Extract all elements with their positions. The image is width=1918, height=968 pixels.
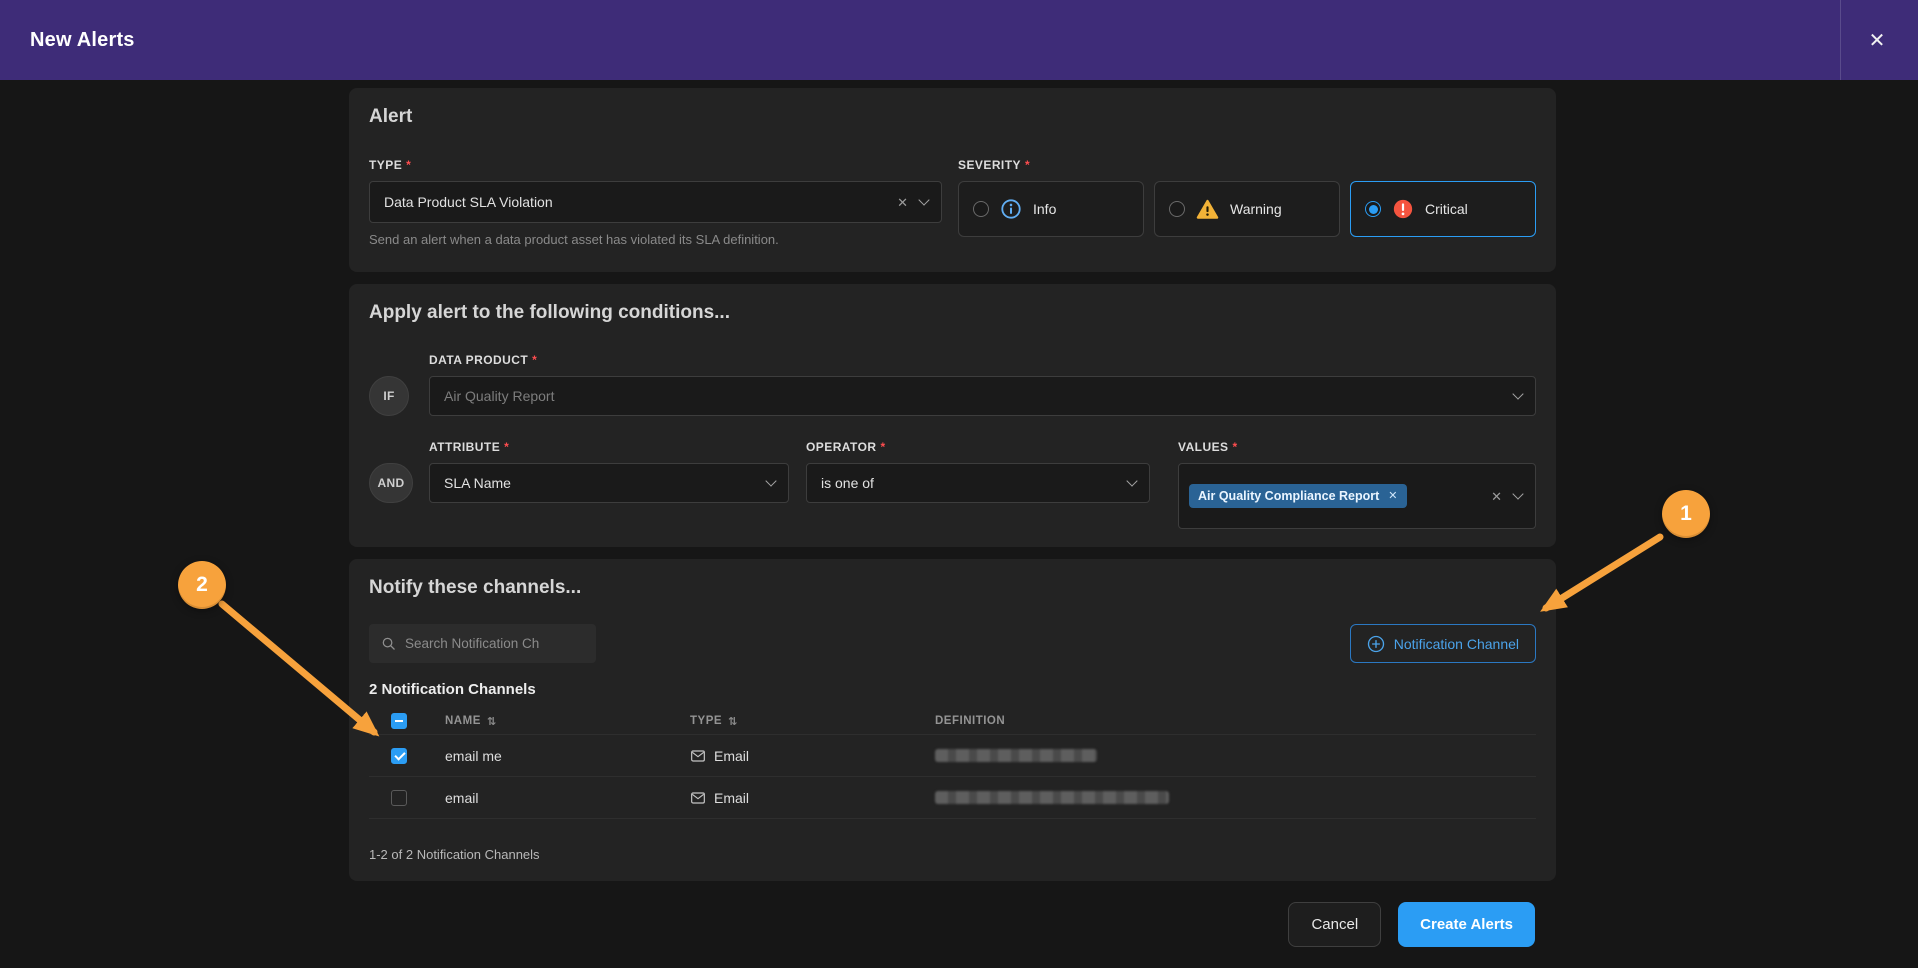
type-label: TYPE * (369, 158, 942, 173)
radio-unselected[interactable] (973, 201, 989, 217)
page-title: New Alerts (30, 29, 135, 52)
required-mark: * (1025, 158, 1030, 173)
redacted-definition (935, 749, 1097, 762)
chevron-down-icon (1126, 475, 1137, 486)
email-envelope-icon (690, 748, 706, 764)
conditions-section-title: Apply alert to the following conditions.… (369, 302, 1536, 324)
operator-label: OPERATOR * (806, 440, 1150, 455)
data-product-label: DATA PRODUCT * (429, 353, 1536, 368)
type-help-text: Send an alert when a data product asset … (369, 232, 942, 247)
type-field-group: TYPE * Data Product SLA Violation ✕ Send… (369, 158, 942, 247)
channel-name: email me (445, 748, 690, 764)
table-header-row: NAME ⇅ TYPE ⇅ DEFINITION (369, 708, 1536, 735)
column-header-definition: DEFINITION (935, 715, 1536, 727)
sort-icon[interactable]: ⇅ (487, 715, 497, 728)
add-notification-channel-button[interactable]: Notification Channel (1350, 624, 1536, 663)
clear-icon[interactable]: ✕ (897, 196, 908, 209)
row-checkbox[interactable] (391, 790, 407, 806)
severity-field-group: SEVERITY * Info Warning (958, 158, 1536, 247)
required-mark: * (504, 440, 509, 455)
data-product-field-group: DATA PRODUCT * Air Quality Report (429, 353, 1536, 416)
close-icon[interactable]: ✕ (1858, 21, 1896, 59)
notify-section: Notify these channels... Notification Ch… (349, 559, 1556, 881)
values-multiselect[interactable]: Air Quality Compliance Report ✕ ✕ (1178, 463, 1536, 529)
notify-section-title: Notify these channels... (369, 577, 1536, 599)
plus-circle-icon (1367, 635, 1385, 653)
cancel-button[interactable]: Cancel (1288, 902, 1381, 947)
severity-option-warning[interactable]: Warning (1154, 181, 1340, 237)
operator-field-group: OPERATOR * is one of (806, 440, 1150, 503)
attribute-value: SLA Name (444, 475, 755, 491)
channels-count: 2 Notification Channels (369, 680, 1536, 700)
values-label: VALUES * (1178, 440, 1536, 455)
annotation-badge-1: 1 (1662, 490, 1710, 538)
chevron-down-icon (765, 475, 776, 486)
data-product-select[interactable]: Air Quality Report (429, 376, 1536, 416)
column-header-name: NAME ⇅ (445, 715, 690, 728)
data-product-placeholder: Air Quality Report (444, 388, 1502, 404)
clear-icon[interactable]: ✕ (1491, 490, 1502, 503)
radio-selected[interactable] (1365, 201, 1381, 217)
and-badge: AND (369, 463, 413, 503)
alert-section-title: Alert (369, 106, 1536, 128)
channel-name: email (445, 790, 690, 806)
create-alerts-button[interactable]: Create Alerts (1398, 902, 1535, 947)
if-badge: IF (369, 376, 409, 416)
pagination-text: 1-2 of 2 Notification Channels (369, 847, 1536, 862)
alert-section: Alert TYPE * Data Product SLA Violation … (349, 88, 1556, 272)
attribute-field-group: ATTRIBUTE * SLA Name (429, 440, 789, 503)
required-mark: * (406, 158, 411, 173)
severity-label: SEVERITY * (958, 158, 1536, 173)
warning-triangle-icon (1196, 198, 1219, 221)
alert-type-value: Data Product SLA Violation (384, 194, 885, 210)
search-icon (381, 636, 396, 651)
attribute-label: ATTRIBUTE * (429, 440, 789, 455)
tag-close-icon[interactable]: ✕ (1388, 491, 1397, 502)
channel-type: Email (714, 790, 749, 806)
email-envelope-icon (690, 790, 706, 806)
row-checkbox[interactable] (391, 748, 407, 764)
attribute-select[interactable]: SLA Name (429, 463, 789, 503)
required-mark: * (1232, 440, 1237, 455)
operator-value: is one of (821, 475, 1116, 491)
sort-icon[interactable]: ⇅ (728, 715, 738, 728)
annotation-badge-2: 2 (178, 561, 226, 609)
redacted-definition (935, 791, 1169, 804)
search-channels-box[interactable] (369, 624, 596, 663)
critical-circle-icon (1392, 198, 1414, 220)
severity-option-info[interactable]: Info (958, 181, 1144, 237)
severity-option-label: Warning (1230, 201, 1282, 217)
chevron-down-icon (1512, 388, 1523, 399)
add-notification-channel-label: Notification Channel (1394, 636, 1519, 652)
info-circle-icon (1000, 198, 1022, 220)
value-tag[interactable]: Air Quality Compliance Report ✕ (1189, 484, 1407, 508)
alert-type-select[interactable]: Data Product SLA Violation ✕ (369, 181, 942, 223)
chevron-down-icon (1512, 488, 1523, 499)
chevron-down-icon (918, 194, 929, 205)
table-row[interactable]: email Email (369, 777, 1536, 819)
column-header-type: TYPE ⇅ (690, 715, 935, 728)
modal-footer: Cancel Create Alerts (0, 880, 1918, 968)
value-tag-label: Air Quality Compliance Report (1198, 489, 1379, 503)
search-input[interactable] (405, 636, 584, 651)
severity-option-critical[interactable]: Critical (1350, 181, 1536, 237)
channel-type: Email (714, 748, 749, 764)
conditions-section: Apply alert to the following conditions.… (349, 284, 1556, 547)
required-mark: * (881, 440, 886, 455)
values-field-group: VALUES * Air Quality Compliance Report ✕… (1178, 440, 1536, 529)
table-row[interactable]: email me Email (369, 735, 1536, 777)
operator-select[interactable]: is one of (806, 463, 1150, 503)
modal-header: New Alerts ✕ (0, 0, 1918, 80)
select-all-checkbox[interactable] (391, 713, 407, 729)
header-divider (1840, 0, 1841, 80)
severity-option-label: Critical (1425, 201, 1468, 217)
channels-table: NAME ⇅ TYPE ⇅ DEFINITION email me Email (369, 708, 1536, 819)
required-mark: * (532, 353, 537, 368)
radio-unselected[interactable] (1169, 201, 1185, 217)
severity-option-label: Info (1033, 201, 1056, 217)
